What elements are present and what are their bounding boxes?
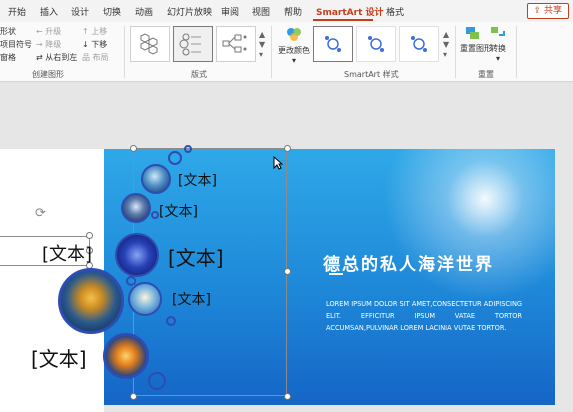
node-image-anemone[interactable] xyxy=(103,333,149,379)
node-image-jellyfish-1[interactable] xyxy=(141,164,171,194)
node-text-1[interactable]: [文本] xyxy=(178,170,217,190)
convert-label: 转换 xyxy=(490,44,506,53)
layout-icon: 品 xyxy=(82,53,93,62)
share-button[interactable]: ⇪ 共享 xyxy=(526,3,569,19)
right-to-left-icon: ⇄ xyxy=(36,53,46,62)
node-text-2[interactable]: [文本] xyxy=(159,201,198,221)
tab-design[interactable]: 设计 xyxy=(71,5,89,18)
resize-handle[interactable] xyxy=(86,232,93,239)
node-text-3[interactable]: [文本] xyxy=(168,242,224,271)
tab-insert[interactable]: 插入 xyxy=(40,5,58,18)
layout-thumb-hierarchy[interactable] xyxy=(216,26,256,62)
share-label: 共享 xyxy=(543,6,562,16)
tab-format[interactable]: 格式 xyxy=(386,5,404,18)
node-image-fish[interactable] xyxy=(58,268,124,334)
resize-handle[interactable] xyxy=(130,393,137,400)
decor-ring xyxy=(166,316,176,326)
bubble-list-layout-icon xyxy=(179,33,201,56)
tab-transitions[interactable]: 切换 xyxy=(103,5,121,18)
resize-handle[interactable] xyxy=(284,268,291,275)
title-underline xyxy=(329,273,343,275)
node-image-jellyfish-3[interactable] xyxy=(128,282,162,316)
reset-graphic-button[interactable]: 重置图形 xyxy=(460,25,492,54)
decor-ring xyxy=(148,372,166,390)
tab-view[interactable]: 视图 xyxy=(252,5,270,18)
style-thumb-3[interactable] xyxy=(399,26,439,62)
ribbon-tab-bar: 开始 插入 设计 切换 动画 幻灯片放映 审阅 视图 帮助 SmartArt 设… xyxy=(0,0,573,22)
add-bullet-button[interactable]: 项目符号 xyxy=(0,39,32,50)
ribbon: 形状 项目符号 窗格 ← 升级 → 降级 ⇄ 从右到左 ↑ 上移 ↓ 下移 品 … xyxy=(0,22,573,82)
group-separator xyxy=(516,26,517,78)
arrow-up-icon: ↑ xyxy=(82,27,92,36)
hierarchy-layout-icon xyxy=(222,34,247,53)
reset-graphic-label: 重置图形 xyxy=(460,44,492,53)
change-colors-button[interactable]: 更改颜色 ▾ xyxy=(278,25,310,65)
create-graphic-group-label: 创建图形 xyxy=(32,70,64,79)
node-image-jellyfish-2[interactable] xyxy=(121,193,151,223)
style-preview-icon xyxy=(411,36,427,52)
resize-handle[interactable] xyxy=(284,393,291,400)
layout-thumb-hexagon[interactable] xyxy=(130,26,170,62)
palette-icon xyxy=(287,28,301,41)
demote-button[interactable]: → 降级 xyxy=(36,39,61,50)
node-image-coral[interactable] xyxy=(115,233,159,277)
node-text-4[interactable]: [文本] xyxy=(172,289,211,309)
decor-ring xyxy=(151,211,159,219)
move-up-button[interactable]: ↑ 上移 xyxy=(82,26,107,37)
convert-button[interactable]: 转换 ▾ xyxy=(488,25,508,64)
decor-ring xyxy=(184,145,192,153)
group-separator xyxy=(124,26,125,78)
promote-icon: ← xyxy=(36,27,46,36)
change-colors-label: 更改颜色 xyxy=(278,46,310,55)
slide-title[interactable]: 德总的私人海洋世界 xyxy=(323,250,494,275)
hexagon-layout-icon xyxy=(140,33,158,55)
active-tab-underline xyxy=(313,19,373,21)
layouts-scroll-down-icon[interactable]: ▼ xyxy=(259,40,265,49)
tab-slideshow[interactable]: 幻灯片放映 xyxy=(167,5,212,18)
node-text-selected[interactable]: [文本] xyxy=(42,240,92,266)
chevron-down-icon: ▾ xyxy=(495,54,500,63)
resize-handle[interactable] xyxy=(284,145,291,152)
text-pane-button[interactable]: 窗格 xyxy=(0,52,16,63)
styles-more-icon[interactable]: ▾ xyxy=(443,50,447,59)
add-shape-button[interactable]: 形状 xyxy=(0,26,16,37)
decor-ring xyxy=(168,151,182,165)
style-preview-icon xyxy=(368,36,384,52)
resize-handle[interactable] xyxy=(130,145,137,152)
share-icon: ⇪ xyxy=(533,6,544,16)
sunlight-glow xyxy=(375,149,555,309)
smartart-styles-group-label: SmartArt 样式 xyxy=(344,70,399,79)
demote-icon: → xyxy=(36,40,46,49)
tab-help[interactable]: 帮助 xyxy=(284,5,302,18)
arrow-down-icon: ↓ xyxy=(82,40,92,49)
layouts-more-icon[interactable]: ▾ xyxy=(259,50,263,59)
node-text-5[interactable]: [文本] xyxy=(31,343,87,372)
chevron-down-icon: ▾ xyxy=(291,56,296,65)
tab-smartart-design[interactable]: SmartArt 设计 xyxy=(316,5,384,18)
tab-review[interactable]: 审阅 xyxy=(221,5,239,18)
styles-scroll-down-icon[interactable]: ▼ xyxy=(443,40,449,49)
slide-body-text[interactable]: LOREM IPSUM DOLOR SIT AMET,CONSECTETUR A… xyxy=(326,298,522,334)
convert-icon xyxy=(491,27,505,36)
tab-home[interactable]: 开始 xyxy=(8,5,26,18)
layouts-scroll-up-icon[interactable]: ▲ xyxy=(259,30,265,39)
layout-thumb-bubble-list[interactable] xyxy=(173,26,213,62)
group-separator xyxy=(455,26,456,78)
group-separator xyxy=(271,26,272,78)
layout-button[interactable]: 品 布局 xyxy=(82,52,109,63)
style-preview-icon xyxy=(325,36,341,52)
move-down-button[interactable]: ↓ 下移 xyxy=(82,39,107,50)
right-to-left-button[interactable]: ⇄ 从右到左 xyxy=(36,52,77,63)
style-thumb-1[interactable] xyxy=(313,26,353,62)
styles-scroll-up-icon[interactable]: ▲ xyxy=(443,30,449,39)
tab-animations[interactable]: 动画 xyxy=(135,5,153,18)
promote-button[interactable]: ← 升级 xyxy=(36,26,61,37)
style-thumb-2[interactable] xyxy=(356,26,396,62)
reset-group-label: 重置 xyxy=(478,70,494,79)
reset-graphic-icon xyxy=(466,27,479,39)
layouts-group-label: 版式 xyxy=(191,70,207,79)
mouse-cursor-icon xyxy=(273,156,283,170)
rotate-handle-icon[interactable]: ⟳ xyxy=(35,206,46,221)
